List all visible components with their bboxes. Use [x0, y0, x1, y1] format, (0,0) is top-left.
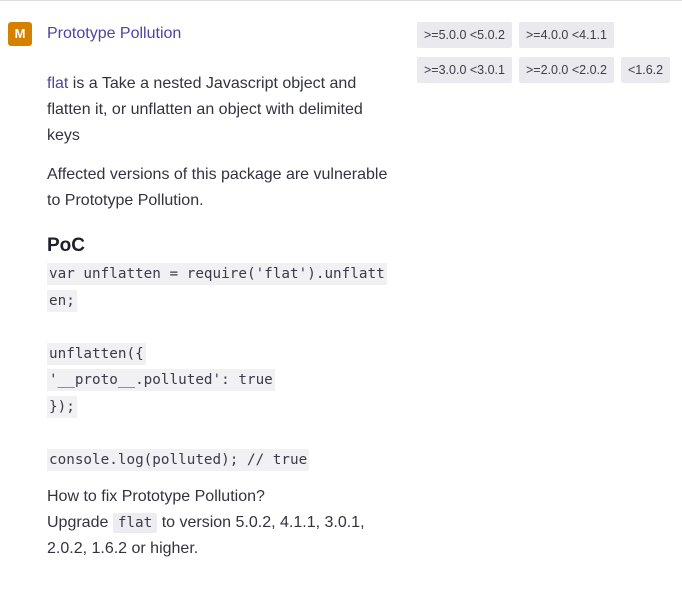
code-line: console.log(polluted); // true [47, 447, 392, 474]
upgrade-prefix: Upgrade [47, 514, 113, 531]
severity-badge: M [8, 22, 32, 46]
code-line: en; [47, 288, 392, 315]
version-chip: >=5.0.0 <5.0.2 [417, 22, 512, 48]
version-chip: >=3.0.0 <3.0.1 [417, 57, 512, 83]
version-chip: >=2.0.0 <2.0.2 [518, 57, 614, 83]
code-line: }); [47, 394, 392, 421]
code-line: '__proto__.polluted': true [47, 367, 392, 394]
version-chip: <1.6.2 [620, 57, 671, 83]
fix-question: How to fix Prototype Pollution? [47, 488, 265, 505]
code-line: unflatten({ [47, 341, 392, 368]
package-description: flat is a Take a nested Javascript objec… [47, 71, 392, 149]
version-chip: >=4.0.0 <4.1.1 [518, 22, 614, 48]
package-link[interactable]: flat [47, 75, 68, 92]
vulnerability-title-link[interactable]: Prototype Pollution [47, 24, 181, 44]
version-row-1: >=5.0.0 <5.0.2 >=4.0.0 <4.1.1 [417, 22, 679, 48]
affected-versions: >=5.0.0 <5.0.2 >=4.0.0 <4.1.1 >=3.0.0 <3… [417, 22, 679, 92]
package-code: flat [112, 513, 158, 533]
affected-statement: Affected versions of this package are vu… [47, 166, 388, 209]
top-divider [0, 0, 682, 1]
version-row-2: >=3.0.0 <3.0.1 >=2.0.0 <2.0.2 <1.6.2 [417, 57, 679, 83]
vulnerability-details: flat is a Take a nested Javascript objec… [47, 71, 392, 562]
poc-code-block: var unflatten = require('flat').unflatt … [47, 261, 392, 473]
fix-instructions: Upgrade flat to version 5.0.2, 4.1.1, 3.… [47, 510, 392, 562]
poc-heading: PoC [47, 235, 85, 256]
description-text: is a Take a nested Javascript object and… [47, 75, 363, 144]
code-line: var unflatten = require('flat').unflatt [47, 261, 392, 288]
